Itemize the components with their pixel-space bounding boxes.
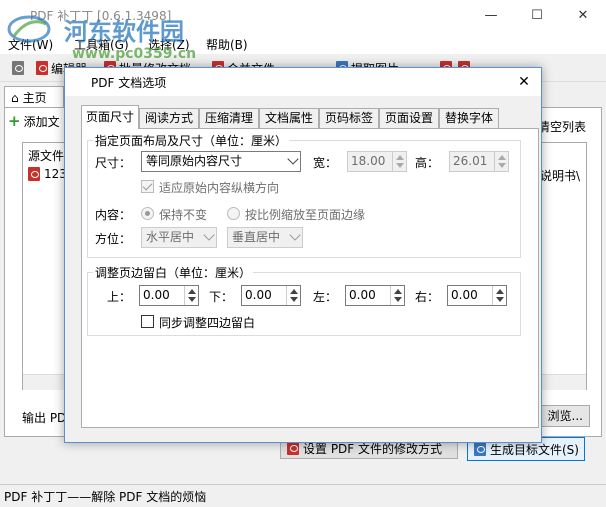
bottom-margin-value: 0.00	[245, 288, 272, 302]
tab-page-labels[interactable]: 页码标签	[319, 108, 379, 128]
page-layout-legend: 指定页面布局及尺寸（单位：厘米）	[93, 132, 290, 149]
save-icon	[474, 442, 486, 456]
horizontal-align-value: 水平居中	[146, 230, 195, 244]
arrow-up-icon	[394, 289, 402, 294]
dialog-title: PDF 文档选项	[91, 76, 167, 90]
toolbar-settings-icon[interactable]	[12, 57, 24, 79]
vertical-align-dropdown[interactable]: 垂直居中	[227, 227, 303, 248]
chevron-down-icon	[287, 153, 299, 165]
tab-home[interactable]: ⌂ 主页	[4, 86, 64, 108]
watermark-text: 河东软件园	[64, 18, 184, 46]
tab-replace-fonts[interactable]: 替换字体	[439, 108, 499, 128]
sync-margins-checkbox[interactable]	[141, 315, 154, 328]
bottom-margin-label: 下：	[209, 290, 234, 304]
right-margin-label: 右：	[415, 290, 440, 304]
chevron-down-icon	[289, 229, 301, 241]
add-file-button[interactable]: + 添加文	[8, 112, 60, 130]
arrow-down-icon	[498, 163, 506, 168]
dialog-close-button[interactable]: ✕	[511, 70, 537, 94]
status-text: PDF 补丁丁——解除 PDF 文档的烦恼	[4, 490, 207, 504]
keep-unchanged-radio[interactable]	[141, 207, 154, 220]
bottom-margin-stepper-buttons[interactable]	[286, 286, 300, 305]
arrow-up-icon	[496, 289, 504, 294]
arrow-up-icon	[396, 155, 404, 160]
browse-button[interactable]: 浏览...	[540, 405, 590, 427]
tab-page-size[interactable]: 页面尺寸	[81, 105, 139, 129]
sync-margins-label: 同步调整四边留白	[159, 316, 256, 330]
scale-to-edge-radio[interactable]	[227, 207, 240, 220]
position-label: 方位：	[95, 232, 132, 246]
plus-icon: +	[8, 112, 21, 130]
bottom-margin-stepper[interactable]: 0.00	[241, 285, 301, 306]
auto-rotate-checkbox[interactable]	[141, 180, 154, 193]
clear-list-button[interactable]: 清空列表	[538, 118, 586, 135]
width-stepper-buttons[interactable]	[392, 152, 406, 171]
top-margin-value: 0.00	[143, 288, 170, 302]
maximize-button[interactable]: ☐	[514, 0, 560, 32]
top-margin-stepper-buttons[interactable]	[184, 286, 198, 305]
watermark-url: www.pc0359.cn	[72, 46, 197, 62]
left-margin-label: 左：	[313, 290, 338, 304]
close-button[interactable]: ✕	[560, 0, 606, 32]
list-item[interactable]: 123	[28, 167, 67, 181]
tab-compress-clean[interactable]: 压缩清理	[199, 108, 259, 128]
scale-to-edge-label: 按比例缩放至页面边缘	[245, 208, 366, 222]
home-icon: ⌂	[11, 90, 19, 105]
height-value: 26.01	[453, 154, 488, 168]
chevron-down-icon	[203, 229, 215, 241]
tab-page-settings[interactable]: 页面设置	[379, 108, 439, 128]
width-label: 宽：	[313, 156, 338, 170]
width-stepper[interactable]: 18.00	[347, 151, 407, 172]
arrow-up-icon	[290, 289, 298, 294]
vertical-align-value: 垂直居中	[232, 230, 281, 244]
pdf-options-dialog: PDF 文档选项 ✕ 页面尺寸 阅读方式 压缩清理 文档属性 页码标签 页面设置…	[64, 67, 542, 443]
tab-document-properties[interactable]: 文档属性	[259, 108, 319, 128]
top-margin-label: 上：	[107, 290, 132, 304]
file-title: 说明书\	[540, 169, 581, 183]
tab-home-label: 主页	[22, 91, 47, 105]
pdf-icon	[287, 441, 299, 455]
pdf-icon	[36, 61, 48, 75]
watermark-logo	[7, 15, 51, 43]
arrow-down-icon	[290, 297, 298, 302]
size-value: 等同原始内容尺寸	[146, 154, 243, 168]
left-margin-value: 0.00	[349, 288, 376, 302]
arrow-down-icon	[396, 163, 404, 168]
top-margin-stepper[interactable]: 0.00	[139, 285, 199, 306]
margin-legend: 调整页边留白（单位：厘米）	[93, 264, 254, 281]
tab-reading-mode[interactable]: 阅读方式	[139, 108, 199, 128]
menu-help[interactable]: 帮助(B)	[206, 36, 248, 53]
right-margin-stepper-buttons[interactable]	[492, 286, 506, 305]
minimize-button[interactable]: —	[468, 0, 514, 32]
right-margin-stepper[interactable]: 0.00	[447, 285, 507, 306]
arrow-down-icon	[188, 297, 196, 302]
arrow-up-icon	[188, 289, 196, 294]
size-dropdown[interactable]: 等同原始内容尺寸	[141, 151, 301, 172]
horizontal-align-dropdown[interactable]: 水平居中	[141, 227, 217, 248]
width-value: 18.00	[351, 154, 386, 168]
add-file-label: 添加文	[23, 114, 60, 129]
height-stepper[interactable]: 26.01	[449, 151, 509, 172]
content-label: 内容：	[95, 208, 132, 222]
left-margin-stepper-buttons[interactable]	[390, 286, 404, 305]
size-label: 尺寸：	[95, 156, 132, 170]
settings-icon	[12, 61, 24, 75]
auto-rotate-label: 适应原始内容纵横方向	[159, 181, 280, 195]
pdf-file-icon	[28, 167, 40, 181]
height-stepper-buttons[interactable]	[494, 152, 508, 171]
right-margin-value: 0.00	[451, 288, 478, 302]
arrow-up-icon	[498, 155, 506, 160]
left-margin-stepper[interactable]: 0.00	[345, 285, 405, 306]
height-label: 高：	[415, 156, 440, 170]
arrow-down-icon	[496, 297, 504, 302]
arrow-down-icon	[394, 297, 402, 302]
source-column-header[interactable]: 源文件	[28, 147, 64, 164]
keep-unchanged-label: 保持不变	[159, 208, 208, 222]
generate-label: 生成目标文件(S)	[490, 442, 579, 457]
